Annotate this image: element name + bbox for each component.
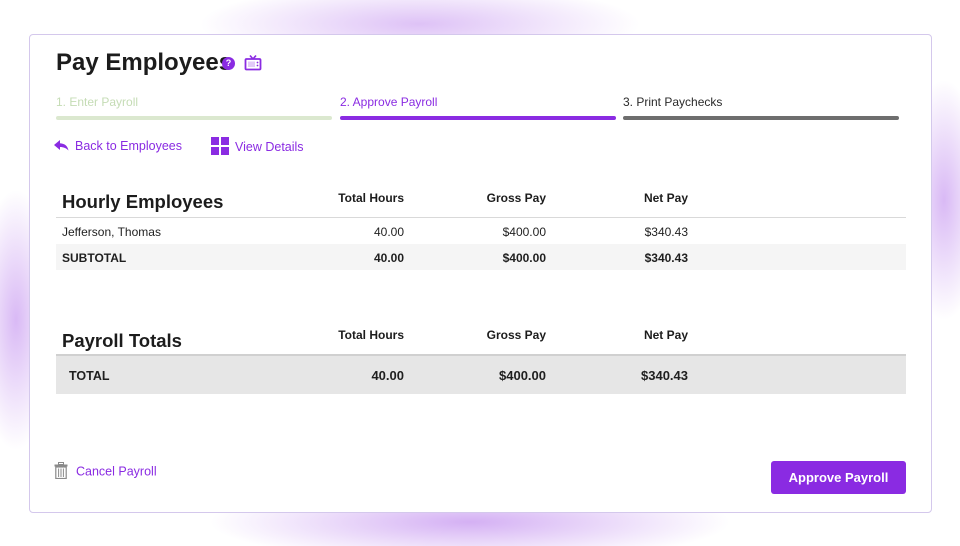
column-header-net-pay: Net Pay: [643, 328, 688, 342]
view-details-label: View Details: [235, 139, 304, 154]
step-enter-payroll[interactable]: 1. Enter Payroll: [56, 95, 332, 123]
column-header-gross-pay: Gross Pay: [486, 191, 546, 205]
cancel-payroll-link[interactable]: Cancel Payroll: [54, 462, 157, 482]
subtotal-row: SUBTOTAL 40.00 $400.00 $340.43: [56, 244, 906, 270]
step-label: 2. Approve Payroll: [340, 95, 438, 109]
approve-payroll-button[interactable]: Approve Payroll: [771, 461, 906, 494]
grid-icon: [211, 137, 229, 158]
question-circle-icon[interactable]: ?: [222, 57, 235, 70]
view-details-link[interactable]: View Details: [211, 137, 304, 158]
employee-name: Jefferson, Thomas: [62, 225, 161, 239]
subtotal-label: SUBTOTAL: [62, 251, 127, 265]
total-net: $340.43: [641, 368, 688, 383]
step-print-paychecks: 3. Print Paychecks: [623, 95, 899, 123]
subtotal-net: $340.43: [644, 251, 688, 265]
step-label: 1. Enter Payroll: [56, 95, 139, 109]
payroll-totals-table: Payroll Totals Total Hours Gross Pay Net…: [56, 322, 906, 394]
gross-pay-value: $400.00: [502, 225, 546, 239]
cancel-payroll-label: Cancel Payroll: [76, 464, 157, 479]
column-header-net-pay: Net Pay: [643, 191, 688, 205]
back-link-label: Back to Employees: [75, 139, 182, 153]
subtotal-gross: $400.00: [502, 251, 546, 265]
table-header-row: Payroll Totals Total Hours Gross Pay Net…: [56, 322, 906, 356]
total-row: TOTAL 40.00 $400.00 $340.43: [56, 356, 906, 394]
subtotal-hours: 40.00: [373, 251, 404, 265]
hourly-employees-table: Hourly Employees Total Hours Gross Pay N…: [56, 185, 906, 270]
trash-icon: [54, 462, 68, 482]
pay-employees-card: Pay Employees ? 1. Enter Payroll 2. Appr…: [29, 34, 932, 513]
table-header-row: Hourly Employees Total Hours Gross Pay N…: [56, 185, 906, 218]
reply-arrow-icon: [54, 139, 69, 154]
step-progress-bar: [623, 116, 899, 120]
step-progress-bar: [340, 116, 616, 120]
step-label: 3. Print Paychecks: [623, 95, 723, 109]
table-row[interactable]: Jefferson, Thomas 40.00 $400.00 $340.43: [56, 218, 906, 244]
section-title: Hourly Employees: [62, 191, 224, 212]
page-title: Pay Employees: [56, 49, 233, 76]
total-label: TOTAL: [69, 369, 110, 383]
tv-icon[interactable]: [244, 54, 262, 72]
total-hours-value: 40.00: [373, 225, 404, 239]
step-approve-payroll: 2. Approve Payroll: [340, 95, 616, 123]
payroll-progress-steps: 1. Enter Payroll 2. Approve Payroll 3. P…: [56, 95, 900, 123]
total-gross: $400.00: [499, 368, 546, 383]
section-title: Payroll Totals: [62, 330, 182, 351]
net-pay-value: $340.43: [644, 225, 688, 239]
column-header-total-hours: Total Hours: [338, 191, 404, 205]
back-to-employees-link[interactable]: Back to Employees: [54, 139, 182, 154]
column-header-total-hours: Total Hours: [338, 328, 404, 342]
step-progress-bar: [56, 116, 332, 120]
column-header-gross-pay: Gross Pay: [486, 328, 546, 342]
total-hours: 40.00: [371, 368, 404, 383]
